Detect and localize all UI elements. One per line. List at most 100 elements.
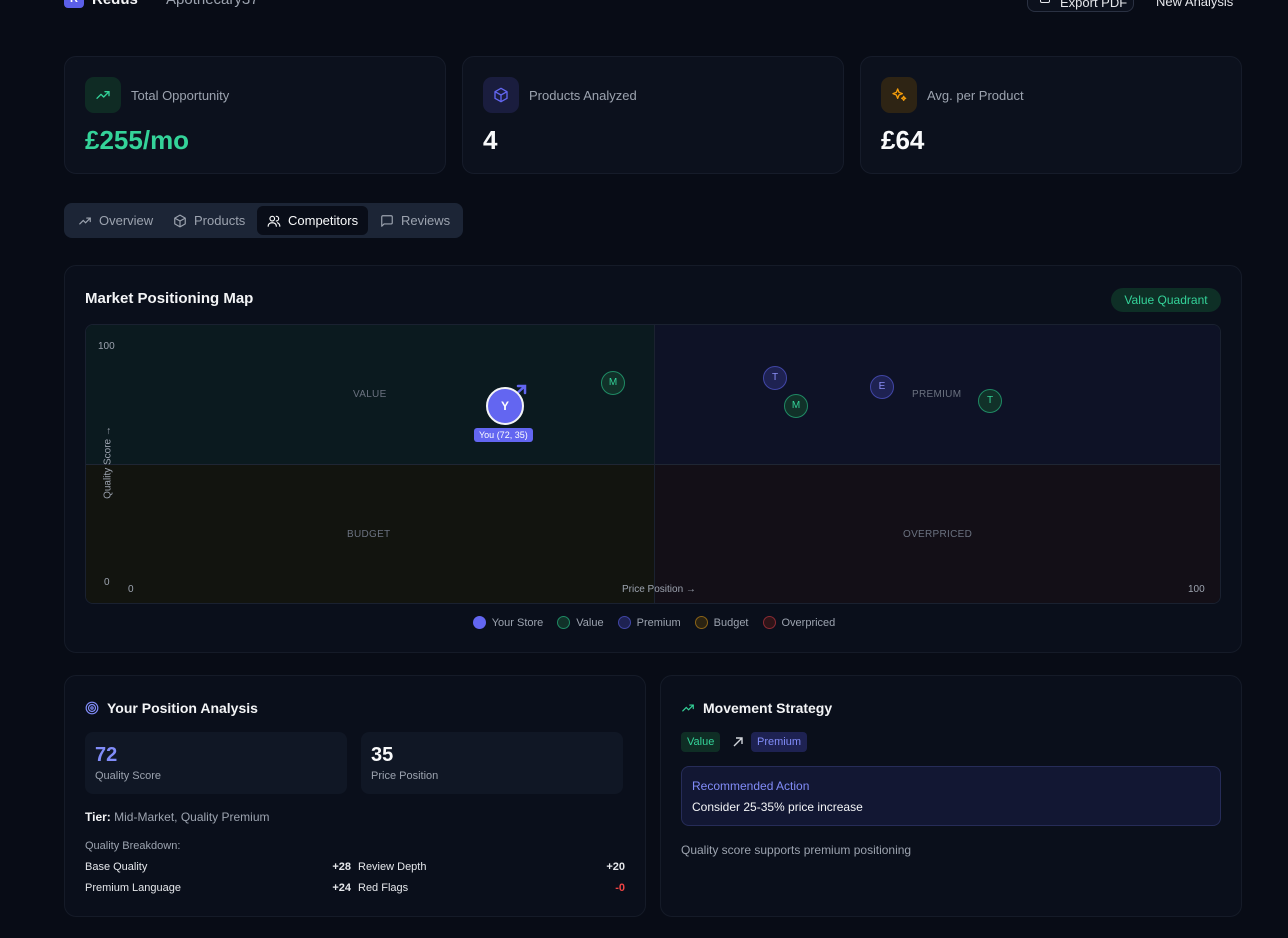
legend-swatch bbox=[557, 616, 571, 629]
breakdown-label: Premium Language bbox=[85, 882, 182, 894]
quadrant-badge: Value Quadrant bbox=[1111, 288, 1221, 312]
y-axis-label: Quality Score → bbox=[102, 426, 114, 499]
from-quadrant-pill: Value bbox=[681, 732, 721, 752]
legend-swatch bbox=[762, 616, 776, 629]
price-position-box: 35 Price Position bbox=[361, 732, 623, 794]
logo: R bbox=[64, 0, 84, 8]
export-pdf-button[interactable]: Export PDF bbox=[1027, 0, 1134, 12]
breakdown-title: Quality Breakdown: bbox=[85, 840, 181, 852]
tier-label: Tier: bbox=[85, 810, 111, 824]
competitor-dot[interactable]: E bbox=[870, 375, 894, 399]
legend-swatch bbox=[472, 616, 486, 629]
legend-label: Premium bbox=[636, 616, 681, 629]
stat-card-products-analyzed: Products Analyzed 4 bbox=[462, 56, 844, 174]
market-positioning-card: Market Positioning Map Value Quadrant VA… bbox=[64, 265, 1242, 653]
quality-score-value: 72 bbox=[95, 744, 118, 766]
legend-swatch bbox=[694, 616, 708, 629]
competitor-dot[interactable]: T bbox=[978, 389, 1002, 413]
top-bar: R Redus Apothecary37 Export PDF New Anal… bbox=[0, 0, 1288, 14]
price-position-value: 35 bbox=[371, 744, 394, 766]
legend-item: Your Store bbox=[472, 616, 544, 629]
competitor-dot[interactable]: M bbox=[784, 394, 808, 418]
new-analysis-button[interactable]: New Analysis bbox=[1156, 0, 1233, 9]
recommended-action-text: Consider 25-35% price increase bbox=[692, 800, 863, 814]
users-icon bbox=[267, 215, 281, 227]
vertical-divider bbox=[654, 325, 655, 603]
stat-label: Products Analyzed bbox=[529, 88, 637, 103]
competitor-dot[interactable]: T bbox=[763, 366, 787, 390]
x-axis-label: Price Position → bbox=[622, 584, 696, 595]
legend-swatch bbox=[617, 616, 631, 629]
quadrant-label-overpriced: OVERPRICED bbox=[903, 529, 973, 540]
movement-strategy-card: Movement Strategy Value Premium Recommen… bbox=[660, 675, 1242, 917]
legend-label: Budget bbox=[713, 616, 749, 629]
quality-score-box: 72 Quality Score bbox=[85, 732, 347, 794]
tab-bar: Overview Products Competitors Reviews bbox=[64, 203, 463, 238]
sparkles-icon bbox=[881, 77, 917, 113]
tab-overview[interactable]: Overview bbox=[68, 206, 163, 235]
legend-item: Overpriced bbox=[762, 616, 836, 629]
y-axis-max: 100 bbox=[98, 341, 115, 352]
store-name: Apothecary37 bbox=[166, 0, 259, 8]
position-analysis-title: Your Position Analysis bbox=[85, 700, 258, 716]
section-heading: Your Position Analysis bbox=[107, 700, 258, 716]
breakdown-value: -0 bbox=[615, 882, 625, 894]
recommended-action-heading: Recommended Action bbox=[692, 779, 810, 793]
movement-strategy-title: Movement Strategy bbox=[681, 700, 832, 716]
stat-value: £64 bbox=[881, 125, 925, 155]
file-icon bbox=[1040, 0, 1050, 3]
breakdown-label: Base Quality bbox=[85, 861, 148, 873]
legend-label: Value bbox=[576, 616, 604, 629]
map-legend: Your Store Value Premium Budget Overpric… bbox=[65, 616, 1243, 629]
map-title: Market Positioning Map bbox=[85, 290, 254, 307]
legend-label: Overpriced bbox=[781, 616, 836, 629]
box-icon bbox=[483, 77, 519, 113]
quality-score-label: Quality Score bbox=[95, 770, 162, 782]
tab-label: Reviews bbox=[401, 213, 451, 228]
your-store-dot[interactable]: Y bbox=[486, 387, 524, 425]
message-icon bbox=[381, 214, 393, 227]
stat-value: 4 bbox=[483, 125, 498, 155]
arrow-up-right-icon bbox=[733, 737, 743, 747]
positioning-plot: VALUE PREMIUM BUDGET OVERPRICED 100 0 0 … bbox=[85, 324, 1221, 604]
breakdown-value: +20 bbox=[606, 861, 625, 873]
recommended-action-box: Recommended Action Consider 25-35% price… bbox=[681, 766, 1221, 826]
target-icon bbox=[85, 701, 99, 715]
breakdown-value: +24 bbox=[332, 882, 351, 894]
stat-card-avg-per-product: Avg. per Product £64 bbox=[860, 56, 1242, 174]
stat-label: Total Opportunity bbox=[131, 88, 230, 103]
quadrant-label-value: VALUE bbox=[353, 389, 387, 400]
section-heading: Movement Strategy bbox=[703, 700, 833, 716]
legend-item: Value bbox=[557, 616, 604, 629]
tier-line: Tier: Mid-Market, Quality Premium bbox=[85, 810, 270, 824]
stat-label: Avg. per Product bbox=[927, 88, 1024, 103]
position-analysis-card: Your Position Analysis 72 Quality Score … bbox=[64, 675, 646, 917]
breakdown-label: Review Depth bbox=[358, 861, 427, 873]
legend-item: Premium bbox=[617, 616, 681, 629]
tier-value: Mid-Market, Quality Premium bbox=[114, 810, 270, 824]
tab-competitors[interactable]: Competitors bbox=[257, 206, 369, 235]
breakdown-value: +28 bbox=[332, 861, 351, 873]
x-axis-min: 0 bbox=[128, 584, 134, 595]
app-name: Redus bbox=[92, 0, 138, 8]
to-quadrant-pill: Premium bbox=[751, 732, 808, 752]
competitor-dot[interactable]: M bbox=[601, 371, 625, 395]
y-axis-min: 0 bbox=[104, 577, 110, 588]
trending-up-icon bbox=[682, 704, 694, 712]
your-store-tag: You (72, 35) bbox=[474, 428, 533, 442]
tab-label: Overview bbox=[99, 213, 154, 228]
price-position-label: Price Position bbox=[371, 770, 439, 782]
tab-label: Products bbox=[194, 213, 246, 228]
tab-reviews[interactable]: Reviews bbox=[370, 206, 460, 235]
quadrant-label-premium: PREMIUM bbox=[912, 389, 962, 400]
legend-item: Budget bbox=[694, 616, 749, 629]
trending-up-icon bbox=[79, 217, 91, 224]
trending-up-icon bbox=[85, 77, 121, 113]
legend-label: Your Store bbox=[491, 616, 544, 629]
export-pdf-label: Export PDF bbox=[1060, 0, 1128, 10]
tab-products[interactable]: Products bbox=[163, 206, 255, 235]
stat-card-total-opportunity: Total Opportunity £255/mo bbox=[64, 56, 446, 174]
x-axis-max: 100 bbox=[1188, 584, 1205, 595]
box-icon bbox=[174, 214, 186, 227]
stat-value: £255/mo bbox=[85, 125, 190, 155]
